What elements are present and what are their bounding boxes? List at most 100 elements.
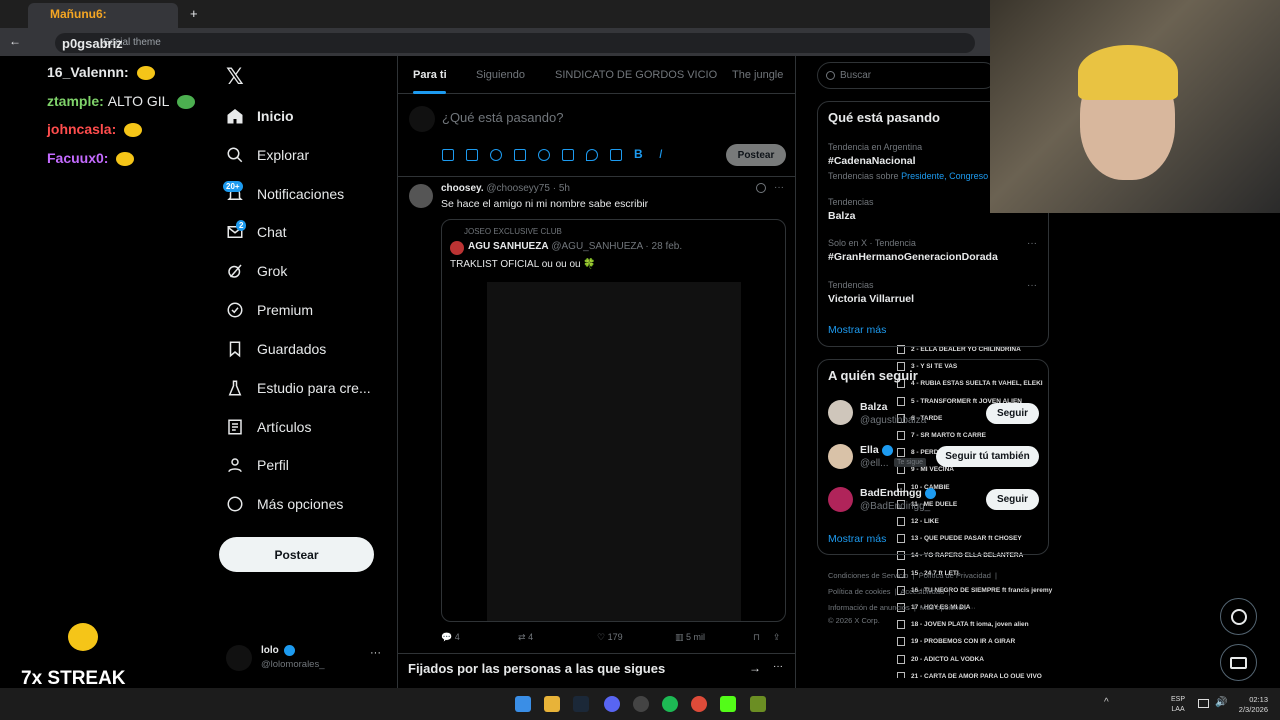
footer-ads-link[interactable]: Información de anuncios <box>828 603 910 612</box>
trend-name: #CadenaNacional <box>828 155 916 167</box>
bookmark-icon[interactable]: ⊓ <box>753 632 760 643</box>
network-icon[interactable] <box>1198 699 1209 708</box>
windows-start-icon[interactable] <box>515 696 531 712</box>
grok-fab[interactable] <box>1220 598 1257 635</box>
quote-card[interactable]: JOSEO EXCLUSIVE CLUB AGU SANHUEZA @AGU_S… <box>441 219 786 622</box>
nav-profile[interactable]: Perfil <box>226 453 289 477</box>
composer-post-button[interactable]: Postear <box>726 144 786 166</box>
pinned-more-icon[interactable]: ··· <box>773 661 783 672</box>
tweet-more-icon[interactable]: ··· <box>774 182 784 193</box>
verified-icon <box>881 444 893 456</box>
tab-list-sindicato[interactable]: SINDICATO DE GORDOS VICIO <box>555 69 717 81</box>
spotify-icon[interactable] <box>662 696 678 712</box>
follow-name[interactable]: BadEndingg <box>860 487 936 499</box>
obs-icon[interactable] <box>633 696 649 712</box>
quote-image[interactable] <box>487 282 741 621</box>
layout-code: LAA <box>1171 706 1185 713</box>
nav-studio[interactable]: Estudio para cre... <box>226 376 371 400</box>
location-icon[interactable] <box>586 149 598 161</box>
follow-button[interactable]: Seguir <box>986 489 1039 510</box>
nav-bookmarks[interactable]: Guardados <box>226 337 326 361</box>
tab-for-you[interactable]: Para ti <box>413 69 447 81</box>
trend-related-tags[interactable]: Presidente, Congreso <box>901 171 988 181</box>
chrome-icon[interactable] <box>691 696 707 712</box>
messages-fab[interactable] <box>1220 644 1257 681</box>
like-button[interactable]: ♡ 179 <box>597 632 623 643</box>
flag-icon[interactable] <box>610 149 622 161</box>
footer-terms-link[interactable]: Condiciones de Servicio <box>828 571 908 580</box>
image-icon[interactable] <box>442 149 454 161</box>
account-switcher[interactable]: lolo @lolomorales_ ··· <box>226 645 386 673</box>
more-icon[interactable]: ··· <box>370 647 381 659</box>
language-indicator[interactable]: ESP LAA <box>1171 695 1185 715</box>
volume-icon[interactable]: 🔊 <box>1215 697 1227 708</box>
follow-back-button[interactable]: Seguir tú también <box>936 446 1039 467</box>
nav-grok[interactable]: Grok <box>226 259 287 283</box>
italic-icon[interactable]: I <box>659 147 662 161</box>
x-logo-icon[interactable]: 𝕏 <box>226 64 244 90</box>
clock[interactable]: 02:13 2/3/2026 <box>1236 695 1268 715</box>
post-button[interactable]: Postear <box>219 537 374 572</box>
app-icon[interactable] <box>750 696 766 712</box>
nav-articles[interactable]: Artículos <box>226 415 311 439</box>
composer-input[interactable]: ¿Qué está pasando? <box>442 110 563 125</box>
emote-icon <box>177 95 196 110</box>
nav-home[interactable]: Inicio <box>226 104 294 128</box>
grok-icon[interactable] <box>756 183 766 193</box>
nav-explore[interactable]: Explorar <box>226 143 309 167</box>
follow-name[interactable]: Balza <box>860 401 887 413</box>
back-icon[interactable]: ← <box>9 34 21 48</box>
avatar[interactable] <box>828 487 853 512</box>
trend-item[interactable]: Tendencias Victoria Villarruel <box>828 280 914 305</box>
avatar[interactable] <box>828 444 853 469</box>
trend-item[interactable]: Tendencias Balza <box>828 197 874 222</box>
discord-icon[interactable] <box>604 696 620 712</box>
tab-following[interactable]: Siguiendo <box>476 69 525 81</box>
tweet-handle[interactable]: @chooseyy75 <box>486 183 550 194</box>
reply-icon: 💬 <box>441 632 453 642</box>
search-input[interactable]: Buscar <box>817 62 997 89</box>
grok-icon[interactable] <box>490 149 502 161</box>
share-icon[interactable]: ⇪ <box>773 632 781 643</box>
tab-list-jungle[interactable]: The jungle <box>732 69 783 81</box>
tweet-author[interactable]: choosey. <box>441 183 484 194</box>
repost-button[interactable]: ⇄ 4 <box>518 632 533 643</box>
who-show-more[interactable]: Mostrar más <box>828 533 886 545</box>
reply-button[interactable]: 💬 4 <box>441 632 460 643</box>
emoji-icon[interactable] <box>538 149 550 161</box>
follow-button[interactable]: Seguir <box>986 403 1039 424</box>
nav-more[interactable]: Más opciones <box>226 492 343 516</box>
browser-tab[interactable]: Mañunu6: <box>28 3 178 28</box>
views-button[interactable]: ▥ 5 mil <box>675 632 705 643</box>
nav-label: Artículos <box>257 419 312 435</box>
trend-item[interactable]: Solo en X · Tendencia #GranHermanoGenerac… <box>828 238 998 263</box>
footer-access-link[interactable]: Accesibilidad <box>900 587 944 596</box>
gif-icon[interactable] <box>466 149 478 161</box>
tweet-time[interactable]: 5h <box>559 183 570 194</box>
tweet-avatar[interactable] <box>409 184 433 208</box>
arrow-right-icon[interactable]: → <box>749 661 761 675</box>
nav-premium[interactable]: Premium <box>226 298 313 322</box>
repost-icon: ⇄ <box>518 632 526 642</box>
steam-icon[interactable] <box>573 696 589 712</box>
trend-item[interactable]: Tendencia en Argentina #CadenaNacional Ten… <box>828 142 988 181</box>
footer-more-link[interactable]: Más opciones ··· <box>920 603 976 612</box>
footer-privacy-link[interactable]: Política de Privacidad <box>919 571 991 580</box>
nav-notifications[interactable]: Notificaciones <box>226 182 344 206</box>
trend-more-icon[interactable]: ··· <box>1027 280 1037 291</box>
follow-name[interactable]: Ella <box>860 444 893 456</box>
trend-more-icon[interactable]: ··· <box>1027 238 1037 249</box>
poll-icon[interactable] <box>514 149 526 161</box>
avatar[interactable] <box>828 400 853 425</box>
footer-cookies-link[interactable]: Política de cookies <box>828 587 891 596</box>
trends-show-more[interactable]: Mostrar más <box>828 324 886 336</box>
footer-links: Condiciones de Servicio | Política de Pr… <box>828 571 998 580</box>
file-explorer-icon[interactable] <box>544 696 560 712</box>
bold-icon[interactable]: B <box>634 147 643 161</box>
schedule-icon[interactable] <box>562 149 574 161</box>
kick-icon[interactable] <box>720 696 736 712</box>
track-item: 18 - JOVEN PLATA ft ioma, joven alien <box>897 620 1029 629</box>
url-field[interactable]: Social theme <box>55 33 975 53</box>
new-tab-icon[interactable]: + <box>190 6 198 21</box>
tray-chevron-icon[interactable]: ^ <box>1104 697 1109 708</box>
